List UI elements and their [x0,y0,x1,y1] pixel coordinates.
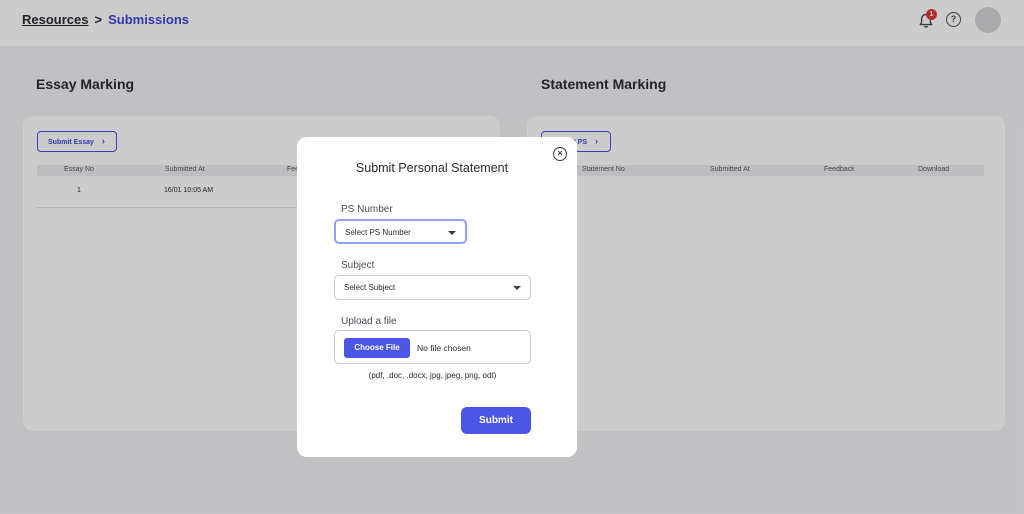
modal-title: Submit Personal Statement [355,161,509,175]
upload-label: Upload a file [341,316,397,327]
subject-select[interactable]: Select Subject [334,275,531,300]
ps-number-select[interactable]: Select PS Number [334,219,467,244]
file-status-text: No file chosen [417,343,471,353]
ps-number-label: PS Number [341,204,393,215]
submit-ps-modal: × Submit Personal Statement PS Number Se… [297,137,577,457]
caret-down-icon [448,231,456,235]
close-icon[interactable]: × [553,147,567,161]
ps-number-value: Select PS Number [345,228,411,237]
submit-button[interactable]: Submit [461,407,531,434]
choose-file-button[interactable]: Choose File [344,338,410,358]
subject-value: Select Subject [344,283,396,292]
allowed-formats-text: (pdf, .doc, .docx, jpg, jpeg, png, odt) [368,371,497,380]
file-upload-field: Choose File No file chosen [334,330,531,364]
caret-down-icon [513,286,521,290]
subject-label: Subject [341,260,375,271]
